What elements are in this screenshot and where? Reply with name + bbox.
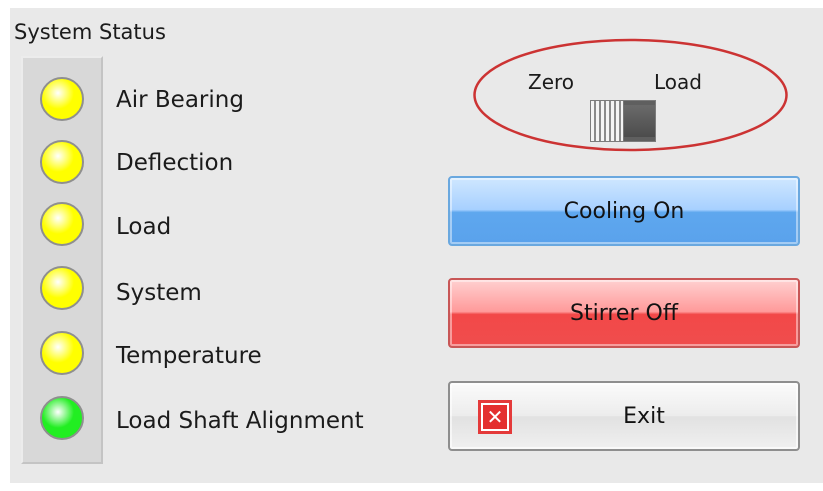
stirrer-off-button[interactable]: Stirrer Off <box>448 278 800 348</box>
label-load-shaft-alignment: Load Shaft Alignment <box>116 408 364 434</box>
toggle-label-load: Load <box>654 70 702 94</box>
led-air-bearing <box>40 77 84 121</box>
label-load: Load <box>116 214 172 240</box>
led-load <box>40 202 84 246</box>
toggle-thumb[interactable] <box>591 101 624 141</box>
label-temperature: Temperature <box>116 343 262 369</box>
label-deflection: Deflection <box>116 150 234 176</box>
stirrer-button-label: Stirrer Off <box>570 300 678 326</box>
led-system <box>40 266 84 310</box>
cooling-on-button[interactable]: Cooling On <box>448 176 800 246</box>
system-status-title: System Status <box>14 20 166 44</box>
toggle-label-zero: Zero <box>528 70 575 94</box>
label-air-bearing: Air Bearing <box>116 87 244 113</box>
exit-button-label: Exit <box>623 403 665 429</box>
label-system: System <box>116 280 202 306</box>
led-deflection <box>40 140 84 184</box>
led-load-shaft-alignment <box>40 396 84 440</box>
exit-button[interactable]: ✕ Exit <box>448 381 800 451</box>
led-temperature <box>40 331 84 375</box>
cooling-button-label: Cooling On <box>563 198 685 224</box>
toggle-track <box>624 105 655 137</box>
zero-load-toggle-switch[interactable] <box>590 100 656 142</box>
